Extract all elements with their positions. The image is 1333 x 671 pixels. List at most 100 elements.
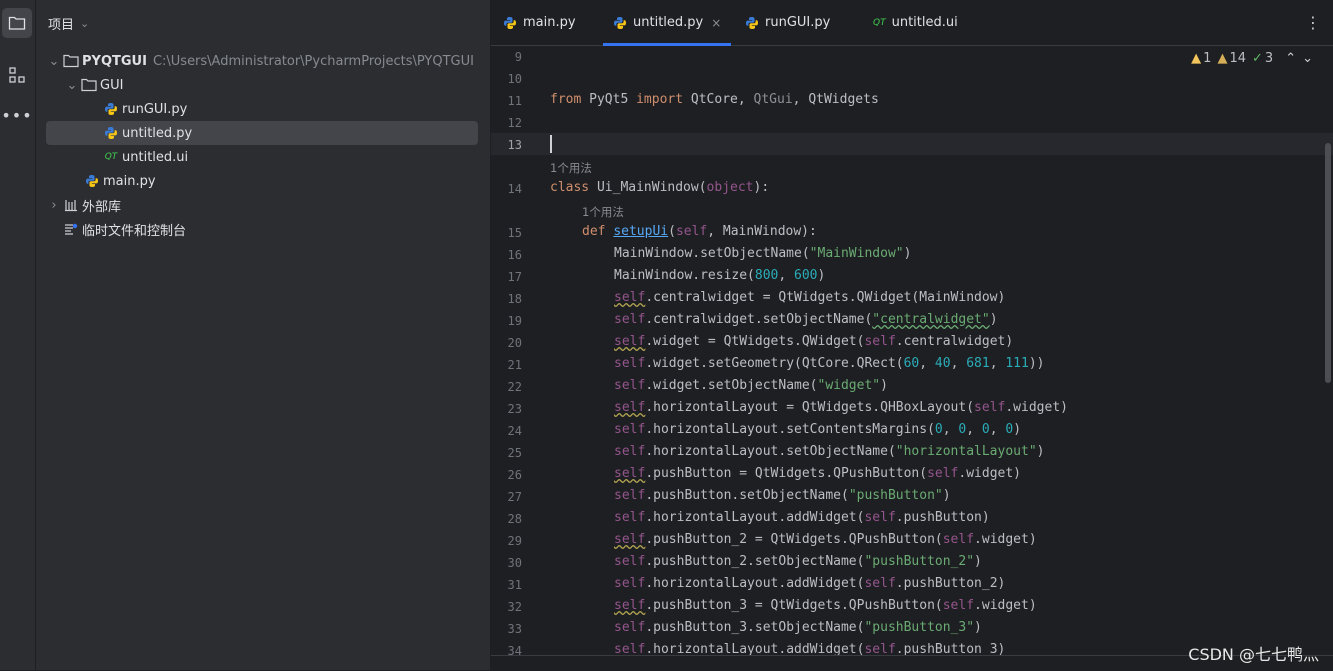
tree-item-main-py[interactable]: main.py	[46, 169, 478, 193]
code-token: .pushButton_3 = QtWidgets.QPushButton(	[645, 598, 943, 613]
code-area[interactable]: from PyQt5 import QtCore, QtGui, QtWidge…	[548, 45, 1323, 657]
code-line: self.pushButton_2.setObjectName("pushBut…	[614, 554, 982, 569]
line-number: 31	[507, 578, 522, 592]
structure-tool-button[interactable]	[2, 60, 32, 90]
code-token: )	[942, 488, 951, 503]
line-number: 16	[507, 248, 522, 262]
code-line: self.pushButton_2 = QtWidgets.QPushButto…	[614, 532, 1037, 547]
chevron-down-icon[interactable]: ⌄	[46, 54, 62, 69]
tree-item-external-libraries[interactable]: › 外部库	[46, 193, 478, 217]
code-token: "pushButton"	[848, 488, 943, 503]
code-token: .pushButton = QtWidgets.QPushButton(	[645, 466, 928, 481]
tree-item-label: untitled.ui	[122, 149, 189, 165]
tree-item-untitled-ui[interactable]: QT untitled.ui	[46, 145, 478, 169]
code-token: , QtWidgets	[792, 92, 879, 107]
code-token: ,	[989, 422, 1006, 437]
code-token: .widget)	[1005, 400, 1068, 415]
line-number: 11	[507, 94, 522, 108]
qt-file-icon: QT	[104, 152, 118, 162]
code-line: self.widget.setGeometry(QtCore.QRect(60,…	[614, 356, 1045, 371]
code-token: , MainWindow):	[707, 224, 817, 239]
code-token: self	[614, 466, 646, 481]
error-count[interactable]: ▲ 1	[1191, 51, 1211, 66]
line-number-gutter: 9 10 11 12 13 14 15 16 17 18 19 20 21 22…	[491, 45, 547, 658]
code-token: self	[614, 554, 646, 569]
project-panel-header[interactable]: 项目 ⌄	[48, 14, 89, 33]
code-token: "widget"	[817, 378, 881, 393]
code-token: self	[864, 334, 896, 349]
code-line: self.pushButton = QtWidgets.QPushButton(…	[614, 466, 1021, 481]
tab-untitled-ui[interactable]: QT untitled.ui	[873, 0, 958, 45]
editor-tabs: main.py untitled.py × runGUI.py QT untit…	[491, 0, 1333, 46]
python-file-icon	[745, 16, 759, 30]
close-icon[interactable]: ×	[711, 16, 721, 30]
tree-item-label: PYQTGUI	[82, 53, 147, 69]
code-token: MainWindow.setObjectName(	[614, 246, 810, 261]
line-number: 27	[507, 490, 522, 504]
code-token: "centralwidget"	[872, 312, 990, 327]
code-line: class Ui_MainWindow(object):	[550, 180, 769, 195]
python-file-icon	[83, 174, 101, 188]
code-token: .centralwidget.setObjectName(	[645, 312, 873, 327]
code-token: .horizontalLayout.setContentsMargins(	[645, 422, 935, 437]
code-token: self	[614, 334, 646, 349]
code-token: )	[903, 246, 912, 261]
ok-count[interactable]: ✓ 3	[1252, 51, 1273, 66]
code-line: def setupUi(self, MainWindow):	[582, 224, 817, 239]
tab-main-py[interactable]: main.py	[503, 0, 576, 45]
code-token: self	[614, 532, 646, 547]
chevron-down-icon[interactable]: ⌄	[64, 78, 80, 93]
watermark: CSDN @七七鸭灬	[1188, 645, 1319, 664]
chevron-right-icon[interactable]: ›	[46, 198, 62, 213]
tree-item-label: GUI	[100, 77, 124, 93]
line-number: 29	[507, 534, 522, 548]
code-token: .horizontalLayout = QtWidgets.QHBoxLayou…	[645, 400, 975, 415]
tab-untitled-py[interactable]: untitled.py ×	[603, 0, 732, 46]
code-token: self	[864, 510, 896, 525]
code-token: (	[668, 224, 676, 239]
code-token: 0	[1005, 422, 1014, 437]
tree-item-label: runGUI.py	[122, 101, 188, 117]
vertical-scrollbar[interactable]	[1325, 143, 1331, 383]
code-token: 40	[934, 356, 951, 371]
code-token: .horizontalLayout.addWidget(	[645, 576, 865, 591]
code-token: )	[974, 620, 982, 635]
more-tools-button[interactable]: •••	[1, 100, 32, 130]
line-number: 26	[507, 468, 522, 482]
code-token: self	[614, 378, 646, 393]
code-token: )	[974, 554, 982, 569]
tree-item-pyqtgui[interactable]: ⌄ PYQTGUI C:\Users\Administrator\Pycharm…	[46, 49, 478, 73]
code-token: 600	[794, 268, 818, 283]
warning-count[interactable]: ▲ 14	[1217, 51, 1246, 66]
tree-item-untitled-py[interactable]: untitled.py	[46, 121, 478, 145]
code-line: MainWindow.setObjectName("MainWindow")	[614, 246, 911, 261]
tab-rungui-py[interactable]: runGUI.py	[745, 0, 830, 45]
python-file-icon	[503, 16, 517, 30]
code-line: self.horizontalLayout.setObjectName("hor…	[614, 444, 1044, 459]
usage-hint[interactable]: 1个用法	[550, 160, 592, 176]
tree-item-rungui-py[interactable]: runGUI.py	[46, 97, 478, 121]
folder-icon	[62, 54, 80, 68]
code-line: self.horizontalLayout.setContentsMargins…	[614, 422, 1021, 437]
usage-hint[interactable]: 1个用法	[582, 204, 624, 220]
project-tool-button[interactable]	[2, 8, 32, 38]
line-number: 30	[507, 556, 522, 570]
chevron-up-icon[interactable]: ⌃	[1285, 51, 1296, 66]
more-vertical-icon[interactable]: ⋮	[1305, 13, 1321, 32]
inspection-widget[interactable]: ▲ 1 ▲ 14 ✓ 3 ⌃ ⌄	[1191, 51, 1313, 66]
code-line: self.centralwidget = QtWidgets.QWidget(M…	[614, 290, 1005, 305]
line-number: 10	[507, 72, 522, 86]
project-panel: 项目 ⌄ ⌄ PYQTGUI C:\Users\Administrator\Py…	[36, 0, 491, 670]
code-token: .pushButton.setObjectName(	[645, 488, 849, 503]
code-token: PyQt5	[581, 92, 637, 107]
code-token: .widget.setObjectName(	[645, 378, 818, 393]
line-number: 18	[507, 292, 522, 306]
tree-item-gui[interactable]: ⌄ GUI	[46, 73, 478, 97]
code-token: self	[942, 598, 975, 613]
code-token: ,	[919, 356, 935, 371]
code-token: .pushButton_3.setObjectName(	[645, 620, 865, 635]
code-token: 60	[903, 356, 920, 371]
code-token: 681	[966, 356, 990, 371]
tree-item-scratches[interactable]: 临时文件和控制台	[46, 217, 478, 241]
chevron-down-icon[interactable]: ⌄	[1302, 51, 1313, 66]
